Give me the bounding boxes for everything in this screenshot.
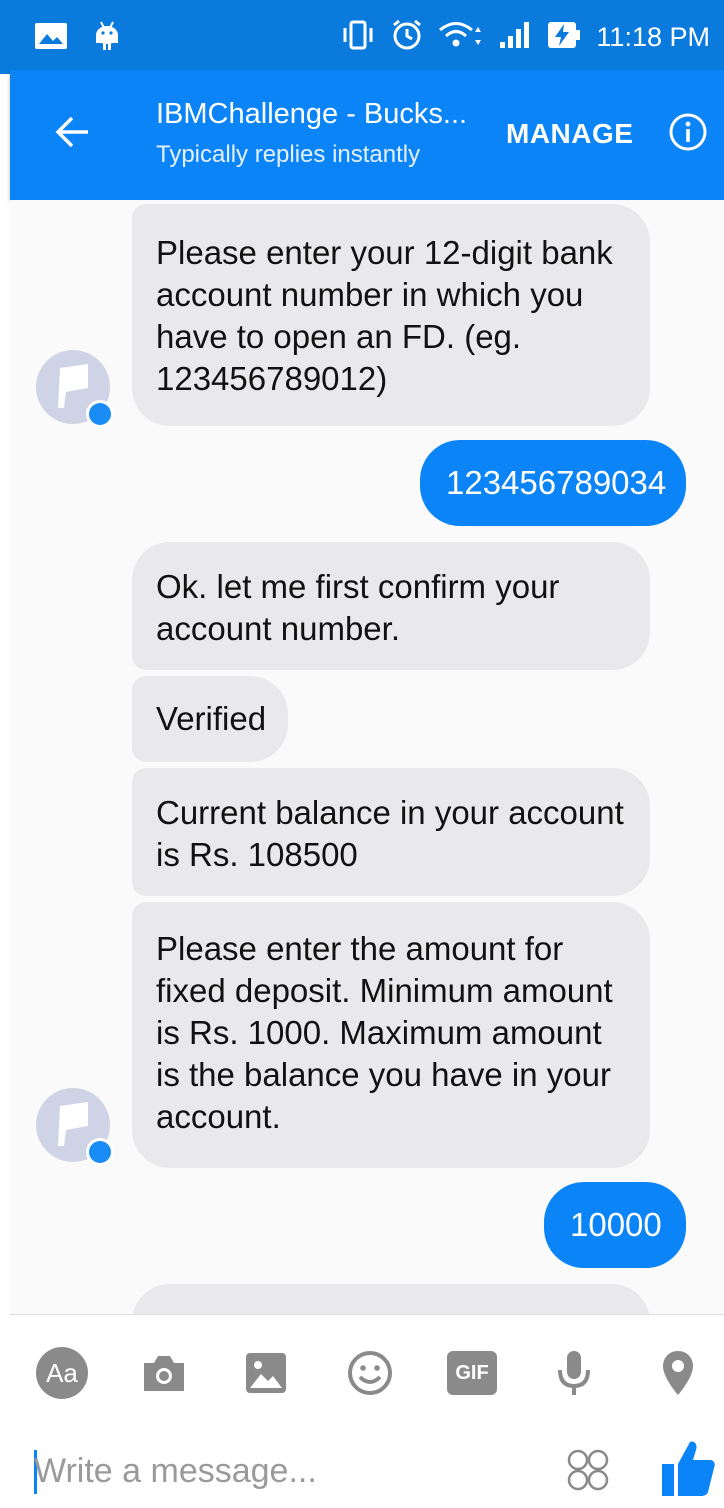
- text-format-label: Aa: [46, 1357, 78, 1388]
- vibrate-icon: [340, 20, 376, 55]
- conversation-title: IBMChallenge - Bucks...: [156, 98, 468, 130]
- microphone-icon: [558, 1351, 590, 1395]
- location-button[interactable]: [650, 1345, 706, 1401]
- info-icon: [669, 113, 707, 151]
- conversation-title-block[interactable]: IBMChallenge - Bucks... Typically replie…: [156, 98, 467, 169]
- alarm-icon: [390, 18, 424, 57]
- incoming-message: Ok. let me first confirm your account nu…: [132, 542, 650, 670]
- sticker-button[interactable]: [566, 1448, 610, 1492]
- incoming-message: Verified: [132, 676, 288, 762]
- like-button[interactable]: [660, 1436, 716, 1498]
- android-notification-icon: [94, 20, 120, 57]
- emoji-icon: [348, 1351, 392, 1395]
- gif-button[interactable]: GIF: [444, 1345, 500, 1401]
- sticker-icon: [567, 1449, 609, 1491]
- conversation-header: IBMChallenge - Bucks... Typically replie…: [10, 70, 724, 200]
- thumbs-up-icon: [662, 1441, 715, 1496]
- message-list[interactable]: Please enter your 12-digit bank account …: [10, 200, 724, 1314]
- message-input[interactable]: [34, 1444, 534, 1498]
- voice-button[interactable]: [546, 1345, 602, 1401]
- incoming-message: Current balance in your account is Rs. 1…: [132, 768, 650, 896]
- status-time: 11:18 PM: [596, 22, 710, 52]
- back-button[interactable]: [52, 112, 92, 152]
- incoming-message: Please enter the amount for fixed deposi…: [132, 902, 650, 1168]
- arrow-left-icon: [55, 116, 88, 148]
- message-composer: [10, 1434, 724, 1508]
- info-button[interactable]: [668, 112, 708, 152]
- location-icon: [663, 1351, 693, 1395]
- signal-icon: [498, 20, 532, 55]
- bot-avatar[interactable]: [36, 1088, 114, 1166]
- text-format-icon: Aa: [36, 1347, 88, 1399]
- battery-charging-icon: [546, 20, 582, 55]
- status-bar: 11:18 PM: [0, 0, 724, 74]
- camera-icon: [144, 1356, 184, 1391]
- outgoing-message: 10000: [544, 1182, 686, 1268]
- bot-avatar[interactable]: [36, 350, 114, 428]
- gallery-notification-icon: [34, 22, 68, 55]
- wifi-icon: [438, 19, 484, 56]
- incoming-message: Please enter your 12-digit bank account …: [132, 204, 650, 426]
- emoji-button[interactable]: [342, 1345, 398, 1401]
- gif-icon: GIF: [447, 1351, 497, 1395]
- messenger-badge-icon: [86, 1138, 114, 1166]
- manage-button[interactable]: MANAGE: [506, 118, 633, 150]
- gallery-button[interactable]: [238, 1345, 294, 1401]
- image-icon: [246, 1353, 286, 1393]
- composer-toolbar: Aa GIF: [10, 1314, 724, 1434]
- text-format-button[interactable]: Aa: [34, 1345, 90, 1401]
- outgoing-message: 123456789034: [420, 440, 686, 526]
- messenger-badge-icon: [86, 400, 114, 428]
- conversation-subtitle: Typically replies instantly: [156, 141, 421, 168]
- gif-label: GIF: [455, 1361, 489, 1384]
- incoming-message-partial: [132, 1284, 650, 1314]
- camera-button[interactable]: [136, 1345, 192, 1401]
